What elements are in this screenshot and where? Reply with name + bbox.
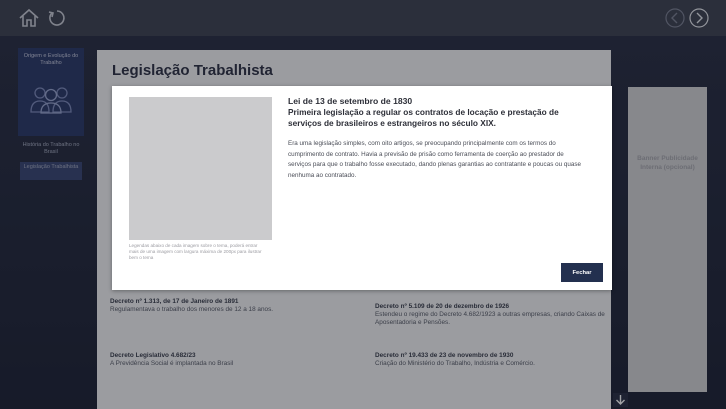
modal-body-text: Era uma legislação simples, com oito art… bbox=[288, 140, 582, 179]
modal-date: Lei de 13 de setembro de 1830 bbox=[288, 96, 413, 106]
modal-dialog: Legendas abaixo de cada imagem sobre o t… bbox=[112, 86, 612, 290]
image-caption: Legendas abaixo de cada imagem sobre o t… bbox=[129, 243, 262, 260]
close-button[interactable]: Fechar bbox=[561, 263, 603, 282]
modal-subtitle: Primeira legislação a regular os contrat… bbox=[288, 107, 559, 128]
image-placeholder bbox=[129, 97, 272, 240]
